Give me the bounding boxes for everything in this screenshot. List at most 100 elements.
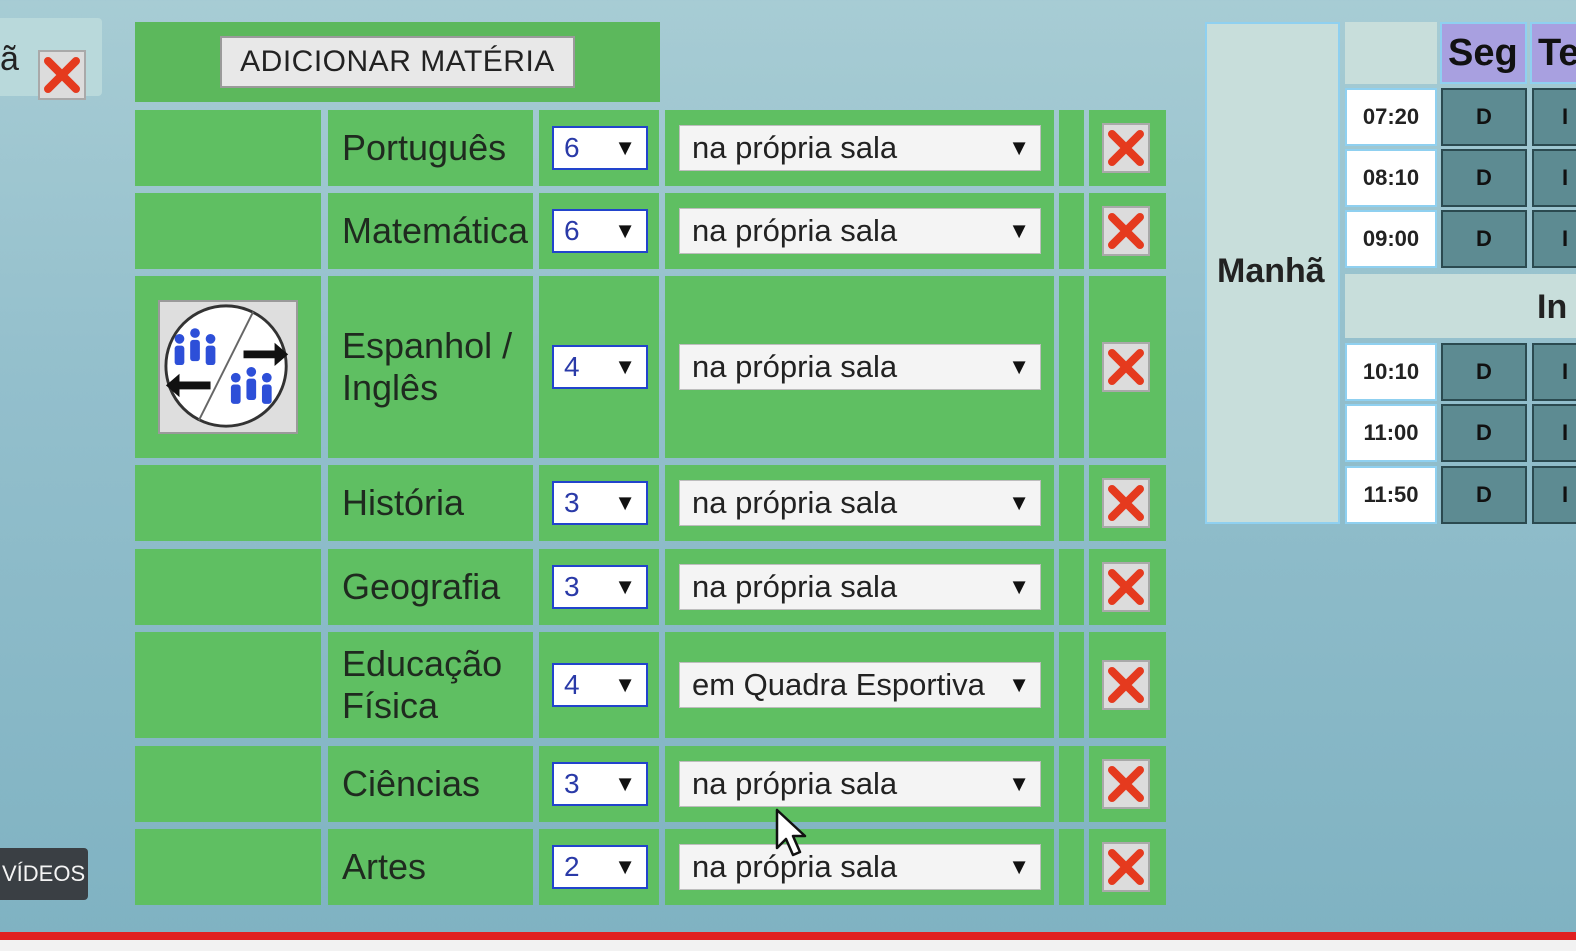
schedule-slot[interactable]: D	[1441, 404, 1527, 462]
schedule-slot[interactable]: D	[1441, 343, 1527, 401]
class-count-select[interactable]: 3 ▼	[552, 481, 648, 525]
class-count-select[interactable]: 4 ▼	[552, 663, 648, 707]
location-select[interactable]: na própria sala ▼	[679, 125, 1041, 171]
row-icon-cell	[135, 746, 321, 822]
location-value: na própria sala	[692, 569, 898, 604]
location-select[interactable]: na própria sala ▼	[679, 480, 1041, 526]
location-select[interactable]: em Quadra Esportiva ▼	[679, 662, 1041, 708]
row-icon-cell	[135, 193, 321, 269]
row-icon-cell	[135, 549, 321, 625]
dropdown-arrow-icon: ▼	[614, 771, 636, 796]
location-select[interactable]: na própria sala ▼	[679, 761, 1041, 807]
class-count-select[interactable]: 3 ▼	[552, 762, 648, 806]
close-icon	[1108, 213, 1144, 249]
location-select[interactable]: na própria sala ▼	[679, 344, 1041, 390]
location-value: na própria sala	[692, 213, 898, 248]
schedule-slot[interactable]: I	[1532, 466, 1576, 524]
schedule-slot[interactable]: D	[1441, 466, 1527, 524]
delete-subject-button[interactable]	[1102, 206, 1150, 256]
delete-subject-button[interactable]	[1102, 342, 1150, 392]
shift-label: Manhã	[1217, 252, 1325, 290]
class-count-value: 4	[564, 351, 580, 382]
schedule-slot[interactable]: D	[1441, 210, 1527, 268]
delete-subject-button[interactable]	[1102, 123, 1150, 173]
interval-label: In	[1537, 288, 1568, 326]
location-select[interactable]: na própria sala ▼	[679, 844, 1041, 890]
location-value: na própria sala	[692, 766, 898, 801]
subject-name: Espanhol / Inglês	[342, 325, 513, 408]
previous-shift-tab: ã	[0, 18, 102, 100]
remove-shift-button[interactable]	[38, 50, 86, 100]
class-count-select[interactable]: 3 ▼	[552, 565, 648, 609]
class-count-value: 2	[564, 851, 580, 882]
class-count-select[interactable]: 6 ▼	[552, 209, 648, 253]
subject-name: Matemática	[342, 210, 529, 251]
delete-subject-button[interactable]	[1102, 759, 1150, 809]
location-value: na própria sala	[692, 130, 898, 165]
time-slot-label: 11:50	[1345, 466, 1437, 524]
schedule-slot[interactable]: I	[1532, 149, 1576, 207]
delete-subject-button[interactable]	[1102, 562, 1150, 612]
class-count-value: 3	[564, 487, 580, 518]
day-header-seg: Seg	[1440, 22, 1527, 84]
schedule-slot[interactable]: I	[1532, 404, 1576, 462]
group-split-icon	[164, 304, 289, 428]
dropdown-arrow-icon: ▼	[614, 574, 636, 599]
subject-name: Português	[342, 127, 507, 168]
location-select[interactable]: na própria sala ▼	[679, 564, 1041, 610]
dropdown-arrow-icon: ▼	[1008, 218, 1030, 243]
class-count-value: 6	[564, 215, 580, 246]
close-icon	[1108, 569, 1144, 605]
close-icon	[1108, 349, 1144, 385]
row-spacer-cell	[1059, 549, 1084, 625]
subject-name: Educação Física	[342, 643, 503, 726]
schedule-slot[interactable]: D	[1441, 149, 1527, 207]
delete-subject-button[interactable]	[1102, 660, 1150, 710]
schedule-slot[interactable]: D	[1441, 88, 1527, 146]
row-icon-cell	[135, 632, 321, 738]
split-class-button[interactable]	[158, 300, 298, 434]
row-spacer-cell	[1059, 276, 1084, 458]
location-value: na própria sala	[692, 349, 898, 384]
dropdown-arrow-icon: ▼	[614, 672, 636, 697]
delete-subject-button[interactable]	[1102, 842, 1150, 892]
subject-name: Artes	[342, 846, 427, 887]
videos-overlay[interactable]: VÍDEOS	[0, 848, 88, 900]
class-count-select[interactable]: 6 ▼	[552, 126, 648, 170]
dropdown-arrow-icon: ▼	[1008, 771, 1030, 796]
row-spacer-cell	[1059, 465, 1084, 541]
tab-label-fragment: ã	[0, 40, 19, 78]
progress-bar[interactable]	[0, 932, 1576, 940]
add-subject-button[interactable]: ADICIONAR MATÉRIA	[220, 36, 575, 88]
schedule-slot[interactable]: I	[1532, 343, 1576, 401]
location-select[interactable]: na própria sala ▼	[679, 208, 1041, 254]
dropdown-arrow-icon: ▼	[1008, 490, 1030, 515]
dropdown-arrow-icon: ▼	[614, 490, 636, 515]
dropdown-arrow-icon: ▼	[614, 854, 636, 879]
time-slot-label: 07:20	[1345, 88, 1437, 146]
close-icon	[1108, 485, 1144, 521]
row-spacer-cell	[1059, 829, 1084, 905]
delete-subject-button[interactable]	[1102, 478, 1150, 528]
close-icon	[1108, 849, 1144, 885]
schedule-corner	[1345, 22, 1437, 84]
class-count-select[interactable]: 4 ▼	[552, 345, 648, 389]
dropdown-arrow-icon: ▼	[1008, 574, 1030, 599]
subject-name: Ciências	[342, 763, 481, 804]
row-spacer-cell	[1059, 632, 1084, 738]
subject-name: Geografia	[342, 566, 501, 607]
player-footer	[0, 940, 1576, 951]
row-icon-cell	[135, 110, 321, 186]
row-icon-cell	[135, 829, 321, 905]
time-slot-label: 08:10	[1345, 149, 1437, 207]
schedule-slot[interactable]: I	[1532, 88, 1576, 146]
dropdown-arrow-icon: ▼	[614, 135, 636, 160]
mouse-cursor-icon	[775, 808, 807, 857]
dropdown-arrow-icon: ▼	[1008, 672, 1030, 697]
schedule-slot[interactable]: I	[1532, 210, 1576, 268]
dropdown-arrow-icon: ▼	[1008, 354, 1030, 379]
dropdown-arrow-icon: ▼	[1008, 135, 1030, 160]
location-value: em Quadra Esportiva	[692, 667, 985, 702]
class-count-value: 3	[564, 768, 580, 799]
class-count-select[interactable]: 2 ▼	[552, 845, 648, 889]
